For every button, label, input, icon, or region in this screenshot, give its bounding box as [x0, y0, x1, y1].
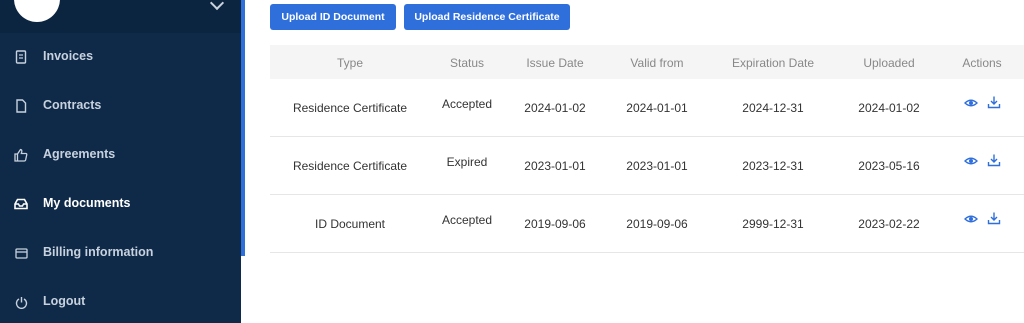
sidebar-item-label: Agreements — [43, 147, 116, 161]
download-icon[interactable] — [987, 95, 1001, 109]
cell-expiration-date: 2023-12-31 — [742, 159, 804, 173]
cell-type: Residence Certificate — [292, 159, 408, 173]
sidebar-item-label: Contracts — [43, 98, 102, 112]
upload-residence-certificate-button[interactable]: Upload Residence Certificate — [404, 4, 570, 30]
upload-id-document-button[interactable]: Upload ID Document — [270, 4, 396, 30]
cell-expiration-date: 2024-12-31 — [742, 101, 804, 115]
cell-issue-date: 2024-01-02 — [524, 101, 586, 115]
column-header-valid-from: Valid from — [630, 56, 684, 70]
cell-valid-from: 2024-01-01 — [626, 101, 688, 115]
avatar[interactable] — [14, 0, 60, 22]
sidebar-item-logout[interactable]: Logout — [0, 282, 241, 322]
invoice-icon — [13, 50, 29, 64]
sidebar-item-invoices[interactable]: Invoices — [0, 37, 241, 77]
cell-status: Expired — [446, 155, 488, 169]
table-row: ID Document Accepted 2019-09-06 2019-09-… — [270, 195, 1024, 253]
sidebar-item-agreements[interactable]: Agreements — [0, 135, 241, 175]
sidebar: Invoices Contracts Agreements My documen… — [0, 0, 241, 323]
download-icon[interactable] — [987, 211, 1001, 225]
sidebar-item-label: Invoices — [43, 49, 94, 63]
table-header: Type Status Issue Date Valid from Expira… — [270, 45, 1024, 79]
cell-issue-date: 2023-01-01 — [524, 159, 586, 173]
power-icon — [13, 295, 29, 309]
cell-status: Accepted — [441, 213, 493, 227]
cell-valid-from: 2023-01-01 — [626, 159, 688, 173]
column-header-type: Type — [336, 56, 364, 70]
eye-icon[interactable] — [963, 212, 979, 226]
eye-icon[interactable] — [963, 154, 979, 168]
cell-type: Residence Certificate — [292, 101, 408, 115]
cell-uploaded: 2024-01-02 — [858, 101, 920, 115]
eye-icon[interactable] — [963, 96, 979, 110]
download-icon[interactable] — [987, 153, 1001, 167]
table-row: Residence Certificate Expired 2023-01-01… — [270, 137, 1024, 195]
inbox-icon — [13, 197, 29, 211]
column-header-actions: Actions — [962, 56, 1002, 70]
cell-status: Accepted — [441, 97, 493, 111]
sidebar-item-label: Logout — [43, 294, 86, 308]
sidebar-item-billing-information[interactable]: Billing information — [0, 233, 241, 273]
cell-type: ID Document — [314, 217, 386, 231]
cell-uploaded: 2023-05-16 — [858, 159, 920, 173]
column-header-uploaded: Uploaded — [863, 56, 915, 70]
sidebar-active-accent — [241, 0, 245, 256]
table-row: Residence Certificate Accepted 2024-01-0… — [270, 79, 1024, 137]
cell-expiration-date: 2999-12-31 — [742, 217, 804, 231]
sidebar-item-label: Billing information — [43, 245, 154, 259]
chevron-down-icon[interactable] — [209, 0, 225, 11]
sidebar-item-label: My documents — [43, 196, 131, 210]
sidebar-item-contracts[interactable]: Contracts — [0, 86, 241, 126]
thumbs-up-icon — [13, 148, 29, 162]
credit-card-icon — [13, 246, 29, 260]
column-header-expiration-date: Expiration Date — [731, 56, 815, 70]
sidebar-item-my-documents[interactable]: My documents — [0, 184, 241, 224]
cell-valid-from: 2019-09-06 — [626, 217, 688, 231]
cell-uploaded: 2023-02-22 — [858, 217, 920, 231]
sidebar-profile-header — [0, 0, 241, 33]
document-icon — [13, 99, 29, 113]
column-header-issue-date: Issue Date — [526, 56, 584, 70]
cell-issue-date: 2019-09-06 — [524, 217, 586, 231]
column-header-status: Status — [449, 56, 485, 70]
